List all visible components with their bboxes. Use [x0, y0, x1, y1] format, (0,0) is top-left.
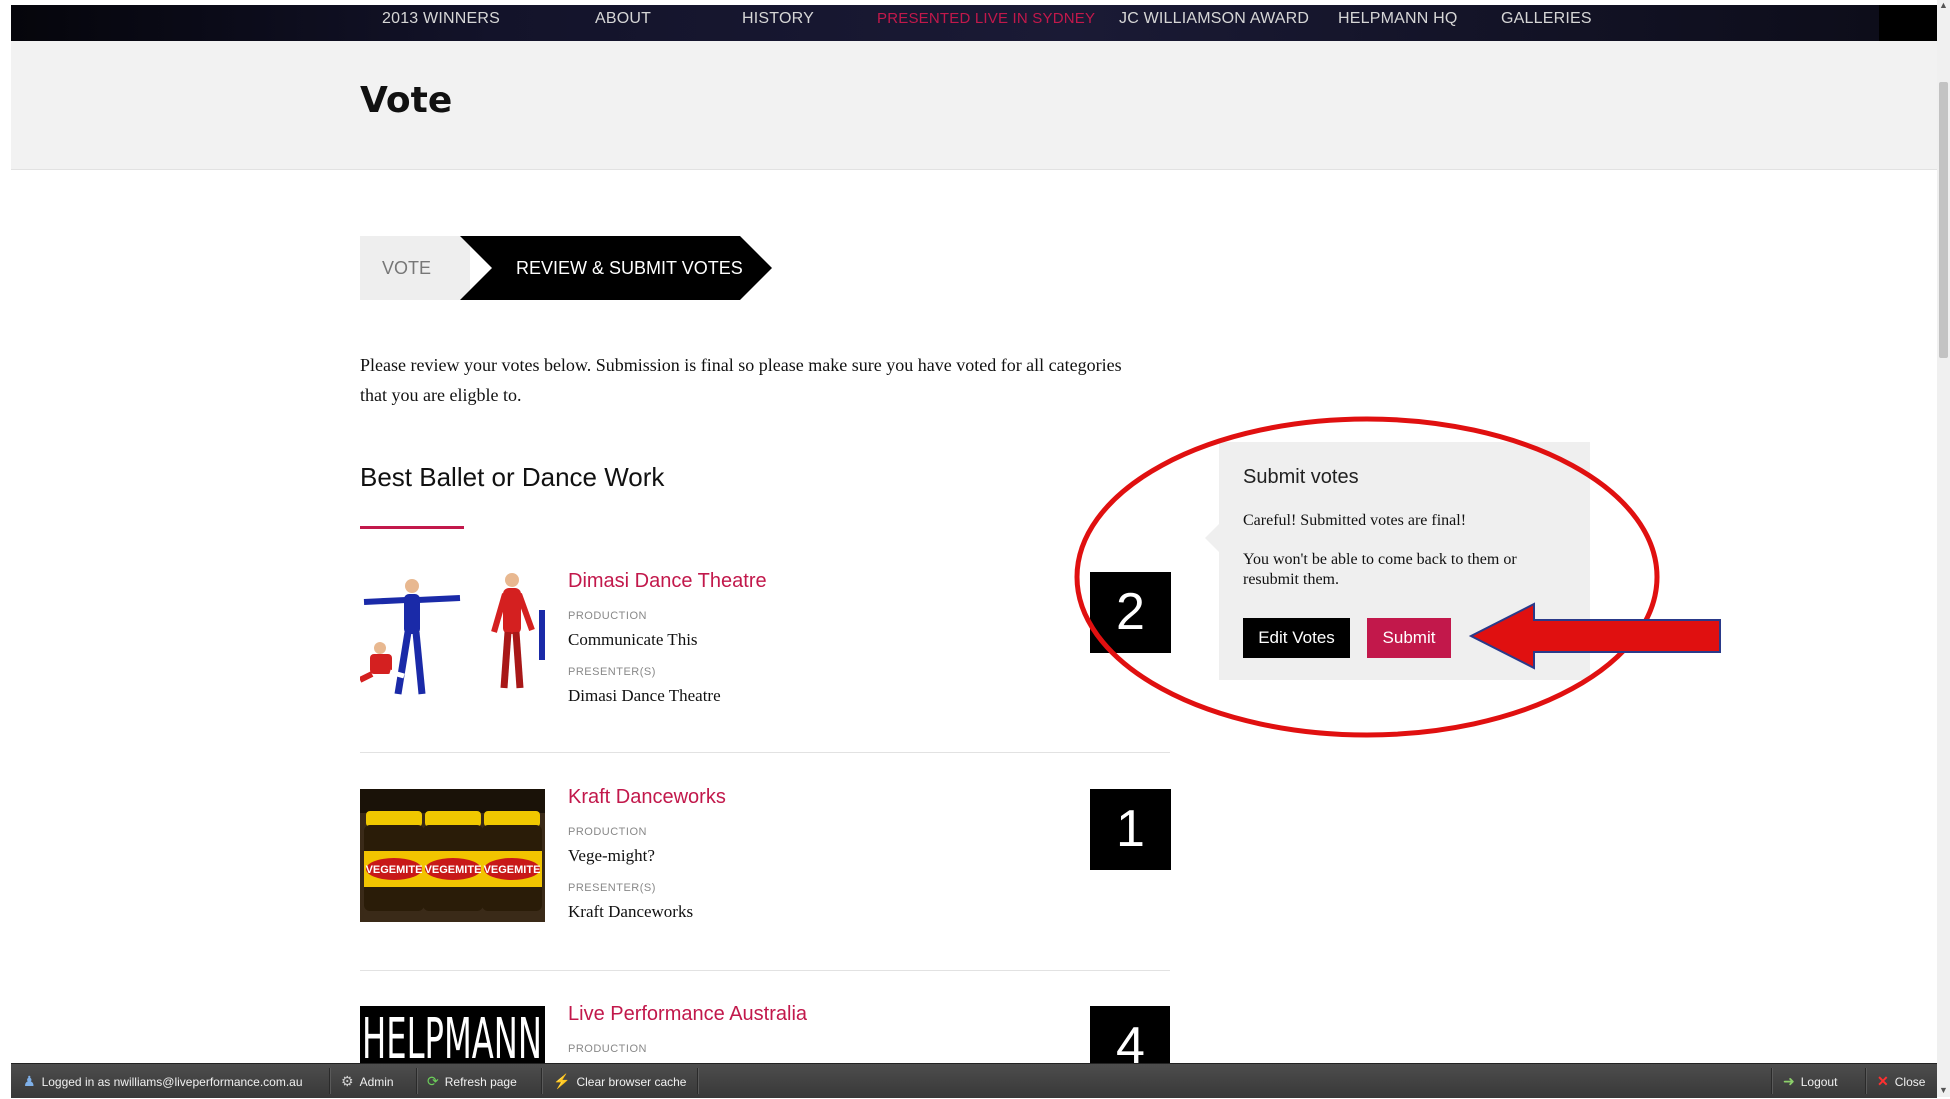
popover-title: Submit votes — [1243, 466, 1359, 488]
nav-item-helpmann-hq[interactable]: HELPMANN HQ — [1338, 5, 1458, 41]
toolbar-logout-label: Logout — [1800, 1075, 1838, 1089]
scroll-thumb[interactable] — [1939, 82, 1948, 358]
nav-item-jc-williamson-award[interactable]: JC WILLIAMSON AWARD — [1119, 5, 1309, 41]
jar-label-2: VEGEMITE — [425, 864, 482, 876]
nav-item-galleries[interactable]: GALLERIES — [1501, 5, 1592, 41]
entry-divider — [360, 752, 1170, 753]
helpmann-logo-text: HELPMANN — [362, 1007, 542, 1063]
toolbar-logged-in: ♟ Logged in as nwilliams@liveperformance.… — [23, 1064, 303, 1098]
scrollbar[interactable]: ▲ ▼ — [1937, 0, 1950, 1097]
nav-item-history[interactable]: HISTORY — [742, 5, 814, 41]
toolbar-clear-cache-label: Clear browser cache — [576, 1075, 687, 1089]
toolbar-separator — [697, 1068, 699, 1094]
lightning-icon: ⚡ — [553, 1073, 571, 1089]
popover-note: You won't be able to come back to them o… — [1243, 551, 1517, 588]
close-icon: ✕ — [1877, 1073, 1889, 1089]
category-title: Best Ballet or Dance Work — [360, 462, 665, 492]
entry-org-name[interactable]: Kraft Danceworks — [568, 786, 726, 809]
entry-presenter-label: PRESENTER(S) — [568, 882, 656, 894]
category-underline — [360, 526, 464, 529]
toolbar-admin-label: Admin — [359, 1075, 394, 1089]
toolbar-refresh-label: Refresh page — [444, 1075, 517, 1089]
popover-pointer — [1205, 524, 1219, 552]
nav-item-2013-winners[interactable]: 2013 WINNERS — [382, 5, 500, 41]
nav-item-presented-live[interactable]: PRESENTED LIVE IN SYDNEY — [877, 5, 1095, 41]
jar-label-1: VEGEMITE — [366, 864, 423, 876]
toolbar-close-label: Close — [1894, 1075, 1926, 1089]
toolbar-clear-cache[interactable]: ⚡ Clear browser cache — [553, 1064, 686, 1098]
scroll-down-icon[interactable]: ▼ — [1939, 1085, 1948, 1095]
logout-icon: ➜ — [1783, 1073, 1795, 1089]
user-icon: ♟ — [23, 1073, 36, 1089]
nav-right-block — [1879, 5, 1937, 41]
edit-votes-button[interactable]: Edit Votes — [1243, 618, 1350, 658]
entry-org-name[interactable]: Dimasi Dance Theatre — [568, 570, 767, 593]
toolbar-close[interactable]: ✕ Close — [1877, 1064, 1925, 1098]
entry-divider — [360, 970, 1170, 971]
toolbar-logged-in-label: Logged in as nwilliams@liveperformance.c… — [41, 1075, 303, 1089]
toolbar-separator — [1865, 1068, 1867, 1094]
entry-rank: 4 — [1090, 1006, 1170, 1063]
entry-production-label: PRODUCTION — [568, 610, 647, 622]
toolbar-separator — [541, 1068, 543, 1094]
entry-presenter: Kraft Danceworks — [568, 902, 694, 921]
entry-production-label: PRODUCTION — [568, 1043, 647, 1055]
entry-org-name[interactable]: Live Performance Australia — [568, 1003, 807, 1026]
entry-presenter-label: PRESENTER(S) — [568, 666, 656, 678]
gear-icon: ⚙ — [341, 1073, 354, 1089]
top-navigation: 2013 WINNERS ABOUT HISTORY PRESENTED LIV… — [11, 5, 1937, 41]
admin-toolbar: ♟ Logged in as nwilliams@liveperformance.… — [11, 1063, 1937, 1098]
scroll-up-icon[interactable]: ▲ — [1939, 0, 1948, 10]
toolbar-refresh[interactable]: ⟳ Refresh page — [427, 1064, 517, 1098]
step-vote[interactable]: VOTE — [360, 236, 470, 300]
intro-text: Please review your votes below. Submissi… — [360, 355, 1122, 405]
page-title: Vote — [360, 80, 453, 121]
submit-votes-popover: Submit votes Careful! Submitted votes ar… — [1205, 442, 1590, 680]
entry-thumbnail-helpmann-logo: HELPMANN — [360, 1006, 545, 1063]
toolbar-separator — [416, 1068, 418, 1094]
entry-rank: 1 — [1090, 789, 1171, 870]
nav-item-about[interactable]: ABOUT — [595, 5, 651, 41]
submit-button[interactable]: Submit — [1367, 618, 1451, 658]
vote-entry: Dimasi Dance Theatre PRODUCTION Communic… — [360, 570, 1171, 786]
toolbar-separator — [329, 1068, 331, 1094]
step-review-submit: REVIEW & SUBMIT VOTES — [460, 236, 772, 300]
entry-production-label: PRODUCTION — [568, 826, 647, 838]
entry-thumbnail-vegemite: VEGEMITE VEGEMITE VEGEMITE — [360, 789, 545, 922]
entry-thumbnail-dancers — [360, 570, 545, 703]
entry-rank: 2 — [1090, 572, 1171, 653]
popover-warning: Careful! Submitted votes are final! — [1243, 512, 1467, 529]
entry-presenter: Dimasi Dance Theatre — [568, 686, 721, 705]
toolbar-admin[interactable]: ⚙ Admin — [341, 1064, 394, 1098]
toolbar-logout[interactable]: ➜ Logout — [1783, 1064, 1837, 1098]
entry-production: Communicate This — [568, 630, 698, 649]
vote-entry: VEGEMITE VEGEMITE VEGEMITE Kraft Dancewo… — [360, 786, 1171, 1002]
entry-production: Vege-might? — [568, 846, 655, 865]
toolbar-separator — [1771, 1068, 1773, 1094]
page-header — [11, 41, 1937, 170]
vote-entry: HELPMANN Live Performance Australia PROD… — [360, 1003, 1170, 1063]
refresh-icon: ⟳ — [427, 1073, 439, 1089]
jar-label-3: VEGEMITE — [484, 864, 541, 876]
step-review-label: REVIEW & SUBMIT VOTES — [516, 258, 743, 278]
